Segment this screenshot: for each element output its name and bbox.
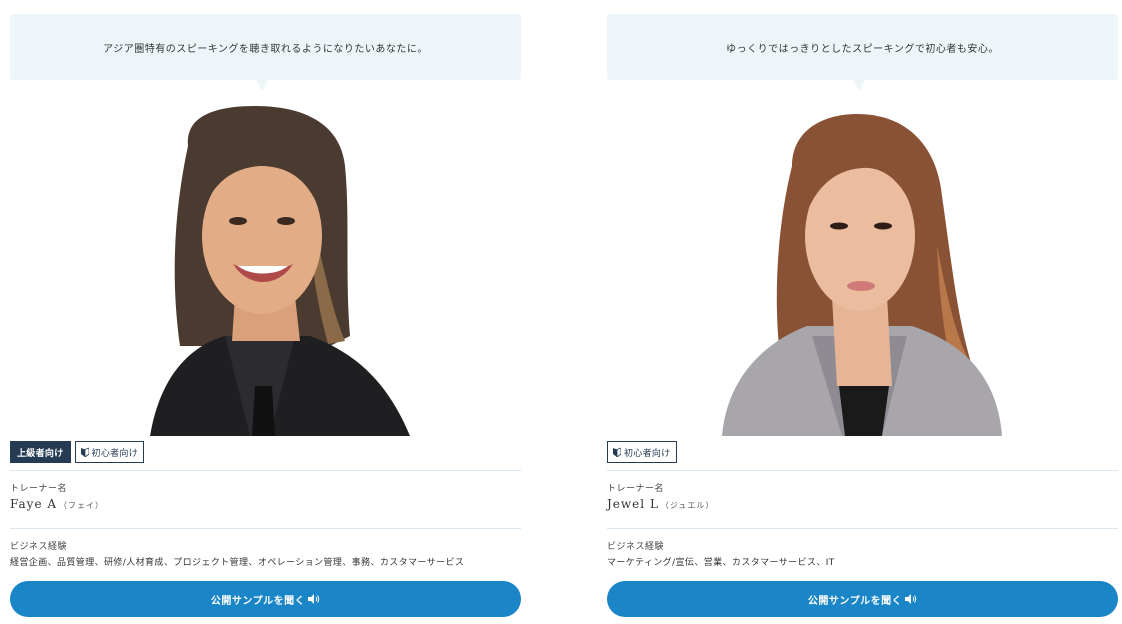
listen-sample-button[interactable]: 公開サンプルを聞く xyxy=(10,581,521,617)
speech-bubble-tail xyxy=(853,80,865,91)
trainer-card-jewel: ゆっくりではっきりとしたスピーキングで初心者も安心。 初心者向け トレーナー名 … xyxy=(607,0,1118,624)
trainer-name: Jewel L （ジュエル） xyxy=(607,497,714,511)
trainer-name-label: トレーナー名 xyxy=(607,484,665,494)
beginner-badge-label: 初心者向け xyxy=(91,448,139,459)
trainer-name: Faye A （フェイ） xyxy=(10,497,104,511)
beginner-badge: 初心者向け xyxy=(607,441,677,463)
trainer-message: ゆっくりではっきりとしたスピーキングで初心者も安心。 xyxy=(726,43,999,55)
divider xyxy=(10,528,521,529)
beginner-leaf-icon xyxy=(80,447,89,457)
speaker-icon xyxy=(308,594,320,604)
trainer-card-faye: アジア圏特有のスピーキングを聴き取れるようになりたいあなたに。 上級者向け 初心… xyxy=(10,0,521,624)
business-experience-label: ビジネス経験 xyxy=(607,542,665,552)
beginner-badge: 初心者向け xyxy=(74,441,145,463)
trainer-name-kana: （ジュエル） xyxy=(660,501,715,510)
business-experience-label: ビジネス経験 xyxy=(10,542,68,552)
trainer-name-text: Jewel L xyxy=(607,497,659,511)
listen-sample-button[interactable]: 公開サンプルを聞く xyxy=(607,581,1118,617)
trainer-name-label: トレーナー名 xyxy=(10,484,68,494)
trainer-photo xyxy=(10,96,521,436)
speaker-icon xyxy=(905,594,917,604)
trainer-portrait-illustration xyxy=(150,106,410,436)
divider xyxy=(607,470,1118,471)
advanced-badge-label: 上級者向け xyxy=(17,448,64,459)
beginner-badge-label: 初心者向け xyxy=(624,448,671,459)
beginner-leaf-icon xyxy=(613,447,621,457)
speech-bubble: アジア圏特有のスピーキングを聴き取れるようになりたいあなたに。 xyxy=(10,14,521,80)
trainer-message: アジア圏特有のスピーキングを聴き取れるようになりたいあなたに。 xyxy=(103,43,428,55)
trainer-photo xyxy=(607,96,1118,436)
level-badges: 上級者向け 初心者向け xyxy=(10,441,145,463)
listen-sample-label: 公開サンプルを聞く xyxy=(807,595,903,607)
business-experience-value: マーケティング/宣伝、営業、カスタマーサービス、IT xyxy=(607,558,835,568)
divider xyxy=(607,528,1118,529)
advanced-badge: 上級者向け xyxy=(10,441,71,463)
divider xyxy=(10,470,521,471)
trainer-portrait-illustration xyxy=(722,114,1002,436)
level-badges: 初心者向け xyxy=(607,441,677,463)
listen-sample-label: 公開サンプルを聞く xyxy=(210,595,306,607)
trainer-name-kana: （フェイ） xyxy=(59,501,105,510)
speech-bubble-tail xyxy=(256,80,268,91)
business-experience-value: 経営企画、品質管理、研修/人材育成、プロジェクト管理、オペレーション管理、事務、… xyxy=(10,558,465,568)
trainer-name-text: Faye A xyxy=(10,497,58,511)
speech-bubble: ゆっくりではっきりとしたスピーキングで初心者も安心。 xyxy=(607,14,1118,80)
